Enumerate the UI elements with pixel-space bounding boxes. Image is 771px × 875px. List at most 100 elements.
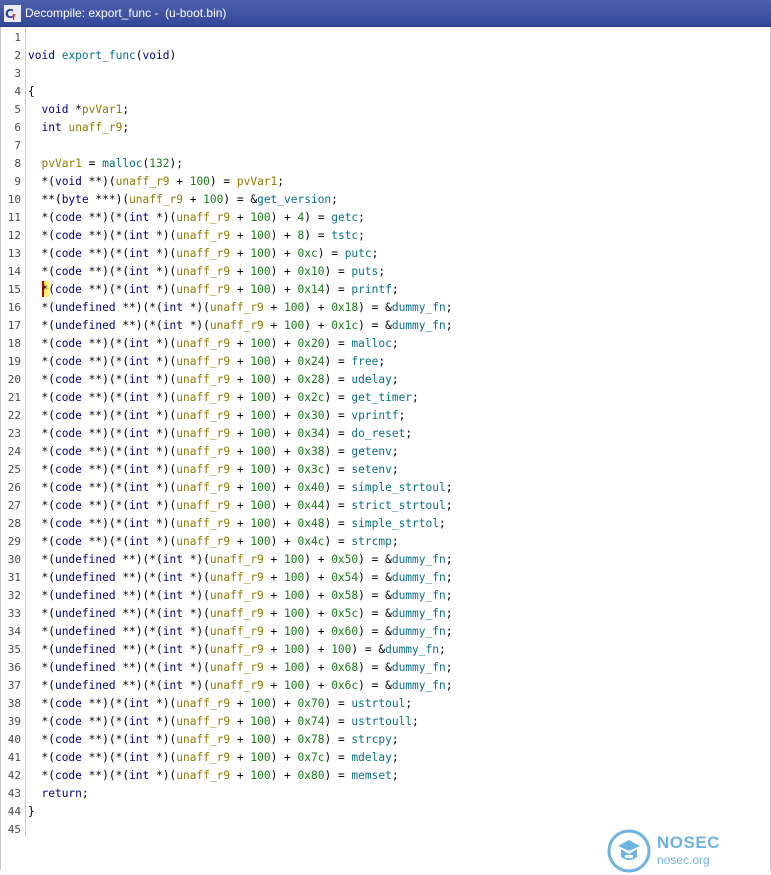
decompiler-code-view[interactable]: 1 2 void export_func(void) 3 4{5 void *pvVar… xyxy=(0,27,771,873)
code-line[interactable]: 26 *(code **)(*(int *)(unaff_r9 + 100) +… xyxy=(1,479,770,497)
code-line[interactable]: 32 *(undefined **)(*(int *)(unaff_r9 + 1… xyxy=(1,587,770,605)
code-token-func[interactable]: dummy_fn xyxy=(392,661,446,674)
code-token-var[interactable]: unaff_r9 xyxy=(176,535,230,548)
code-token-var[interactable]: unaff_r9 xyxy=(129,193,183,206)
code-token-var[interactable]: unaff_r9 xyxy=(176,769,230,782)
code-token-var[interactable]: unaff_r9 xyxy=(210,661,264,674)
code-token-var[interactable]: unaff_r9 xyxy=(176,481,230,494)
code-line[interactable]: 44} xyxy=(1,803,770,821)
code-line[interactable]: 41 *(code **)(*(int *)(unaff_r9 + 100) +… xyxy=(1,749,770,767)
code-line[interactable]: 43 return; xyxy=(1,785,770,803)
code-token-var[interactable]: unaff_r9 xyxy=(176,211,230,224)
code-token-var[interactable]: unaff_r9 xyxy=(210,625,264,638)
code-token-func[interactable]: setenv xyxy=(351,463,391,476)
code-line[interactable]: 35 *(undefined **)(*(int *)(unaff_r9 + 1… xyxy=(1,641,770,659)
code-line[interactable]: 38 *(code **)(*(int *)(unaff_r9 + 100) +… xyxy=(1,695,770,713)
code-line[interactable]: 31 *(undefined **)(*(int *)(unaff_r9 + 1… xyxy=(1,569,770,587)
code-token-func[interactable]: vprintf xyxy=(351,409,398,422)
code-line[interactable]: 11 *(code **)(*(int *)(unaff_r9 + 100) +… xyxy=(1,209,770,227)
code-token-func[interactable]: mdelay xyxy=(351,751,391,764)
code-token-var[interactable]: unaff_r9 xyxy=(210,679,264,692)
code-token-var[interactable]: unaff_r9 xyxy=(210,319,264,332)
code-line[interactable]: 19 *(code **)(*(int *)(unaff_r9 + 100) +… xyxy=(1,353,770,371)
code-token-var[interactable]: unaff_r9 xyxy=(116,175,170,188)
code-token-var[interactable]: unaff_r9 xyxy=(176,373,230,386)
code-token-var[interactable]: unaff_r9 xyxy=(176,409,230,422)
code-line[interactable]: 14 *(code **)(*(int *)(unaff_r9 + 100) +… xyxy=(1,263,770,281)
code-token-func[interactable]: getc xyxy=(331,211,358,224)
code-token-var[interactable]: unaff_r9 xyxy=(176,247,230,260)
code-line[interactable]: 5 void *pvVar1; xyxy=(1,101,770,119)
code-token-func[interactable]: putc xyxy=(345,247,372,260)
code-token-var[interactable]: unaff_r9 xyxy=(210,589,264,602)
code-token-func[interactable]: dummy_fn xyxy=(392,571,446,584)
code-token-var[interactable]: unaff_r9 xyxy=(176,715,230,728)
code-token-func[interactable]: strict_strtoul xyxy=(351,499,445,512)
code-line[interactable]: 36 *(undefined **)(*(int *)(unaff_r9 + 1… xyxy=(1,659,770,677)
code-token-func[interactable]: strcmp xyxy=(351,535,391,548)
code-line[interactable]: 9 *(void **)(unaff_r9 + 100) = pvVar1; xyxy=(1,173,770,191)
code-line[interactable]: 8 pvVar1 = malloc(132); xyxy=(1,155,770,173)
code-token-var[interactable]: unaff_r9 xyxy=(176,427,230,440)
code-line[interactable]: 29 *(code **)(*(int *)(unaff_r9 + 100) +… xyxy=(1,533,770,551)
code-token-var[interactable]: unaff_r9 xyxy=(68,121,122,134)
code-token-func[interactable]: dummy_fn xyxy=(392,319,446,332)
code-token-func[interactable]: puts xyxy=(351,265,378,278)
code-token-var[interactable]: unaff_r9 xyxy=(210,571,264,584)
code-token-var[interactable]: unaff_r9 xyxy=(176,229,230,242)
code-line[interactable]: 4{ xyxy=(1,83,770,101)
code-token-var[interactable]: unaff_r9 xyxy=(176,697,230,710)
code-line[interactable]: 1 xyxy=(1,29,770,47)
code-token-func[interactable]: dummy_fn xyxy=(392,589,446,602)
code-line[interactable]: 10 **(byte ***)(unaff_r9 + 100) = &get_v… xyxy=(1,191,770,209)
code-line[interactable]: 13 *(code **)(*(int *)(unaff_r9 + 100) +… xyxy=(1,245,770,263)
code-token-func[interactable]: memset xyxy=(351,769,391,782)
code-token-var[interactable]: unaff_r9 xyxy=(176,499,230,512)
code-token-var[interactable]: unaff_r9 xyxy=(210,301,264,314)
code-line[interactable]: 30 *(undefined **)(*(int *)(unaff_r9 + 1… xyxy=(1,551,770,569)
code-token-func[interactable]: dummy_fn xyxy=(392,679,446,692)
code-token-func[interactable]: get_timer xyxy=(351,391,412,404)
code-line[interactable]: 22 *(code **)(*(int *)(unaff_r9 + 100) +… xyxy=(1,407,770,425)
code-line[interactable]: 23 *(code **)(*(int *)(unaff_r9 + 100) +… xyxy=(1,425,770,443)
code-token-var[interactable]: unaff_r9 xyxy=(210,643,264,656)
code-line[interactable]: 18 *(code **)(*(int *)(unaff_r9 + 100) +… xyxy=(1,335,770,353)
code-token-func[interactable]: malloc xyxy=(351,337,391,350)
code-line[interactable]: 33 *(undefined **)(*(int *)(unaff_r9 + 1… xyxy=(1,605,770,623)
code-line[interactable]: 24 *(code **)(*(int *)(unaff_r9 + 100) +… xyxy=(1,443,770,461)
code-line[interactable]: 3 xyxy=(1,65,770,83)
code-token-func[interactable]: ustrtoul xyxy=(351,697,405,710)
code-line[interactable]: 34 *(undefined **)(*(int *)(unaff_r9 + 1… xyxy=(1,623,770,641)
code-token-var[interactable]: unaff_r9 xyxy=(176,463,230,476)
code-token-func[interactable]: dummy_fn xyxy=(392,607,446,620)
code-line[interactable]: 2 void export_func(void) xyxy=(1,47,770,65)
code-token-func[interactable]: get_version xyxy=(257,193,331,206)
code-token-func[interactable]: dummy_fn xyxy=(392,625,446,638)
code-token-func[interactable]: do_reset xyxy=(351,427,405,440)
code-line[interactable]: 20 *(code **)(*(int *)(unaff_r9 + 100) +… xyxy=(1,371,770,389)
code-token-func[interactable]: dummy_fn xyxy=(385,643,439,656)
code-token-func[interactable]: ustrtoull xyxy=(351,715,412,728)
code-token-var[interactable]: unaff_r9 xyxy=(176,517,230,530)
code-token-func[interactable]: dummy_fn xyxy=(392,301,446,314)
code-token-var[interactable]: pvVar1 xyxy=(82,103,122,116)
window-titlebar[interactable]: C f Decompile: export_func - (u-boot.bin… xyxy=(0,0,771,27)
code-line[interactable]: 12 *(code **)(*(int *)(unaff_r9 + 100) +… xyxy=(1,227,770,245)
code-line[interactable]: 25 *(code **)(*(int *)(unaff_r9 + 100) +… xyxy=(1,461,770,479)
code-token-func[interactable]: free xyxy=(351,355,378,368)
code-token-var[interactable]: unaff_r9 xyxy=(210,607,264,620)
code-token-func[interactable]: getenv xyxy=(351,445,391,458)
code-line[interactable]: 6 int unaff_r9; xyxy=(1,119,770,137)
code-token-func[interactable]: simple_strtoul xyxy=(351,481,445,494)
code-line[interactable]: 21 *(code **)(*(int *)(unaff_r9 + 100) +… xyxy=(1,389,770,407)
code-token-func[interactable]: simple_strtol xyxy=(351,517,439,530)
code-token-var[interactable]: unaff_r9 xyxy=(176,283,230,296)
code-line[interactable]: 16 *(undefined **)(*(int *)(unaff_r9 + 1… xyxy=(1,299,770,317)
code-token-func[interactable]: printf xyxy=(351,283,391,296)
code-token-func[interactable]: dummy_fn xyxy=(392,553,446,566)
code-line[interactable]: 15 *(code **)(*(int *)(unaff_r9 + 100) +… xyxy=(1,281,770,299)
code-line[interactable]: 39 *(code **)(*(int *)(unaff_r9 + 100) +… xyxy=(1,713,770,731)
code-token-func[interactable]: tstc xyxy=(331,229,358,242)
code-token-var[interactable]: unaff_r9 xyxy=(176,751,230,764)
code-token-var[interactable]: unaff_r9 xyxy=(176,337,230,350)
